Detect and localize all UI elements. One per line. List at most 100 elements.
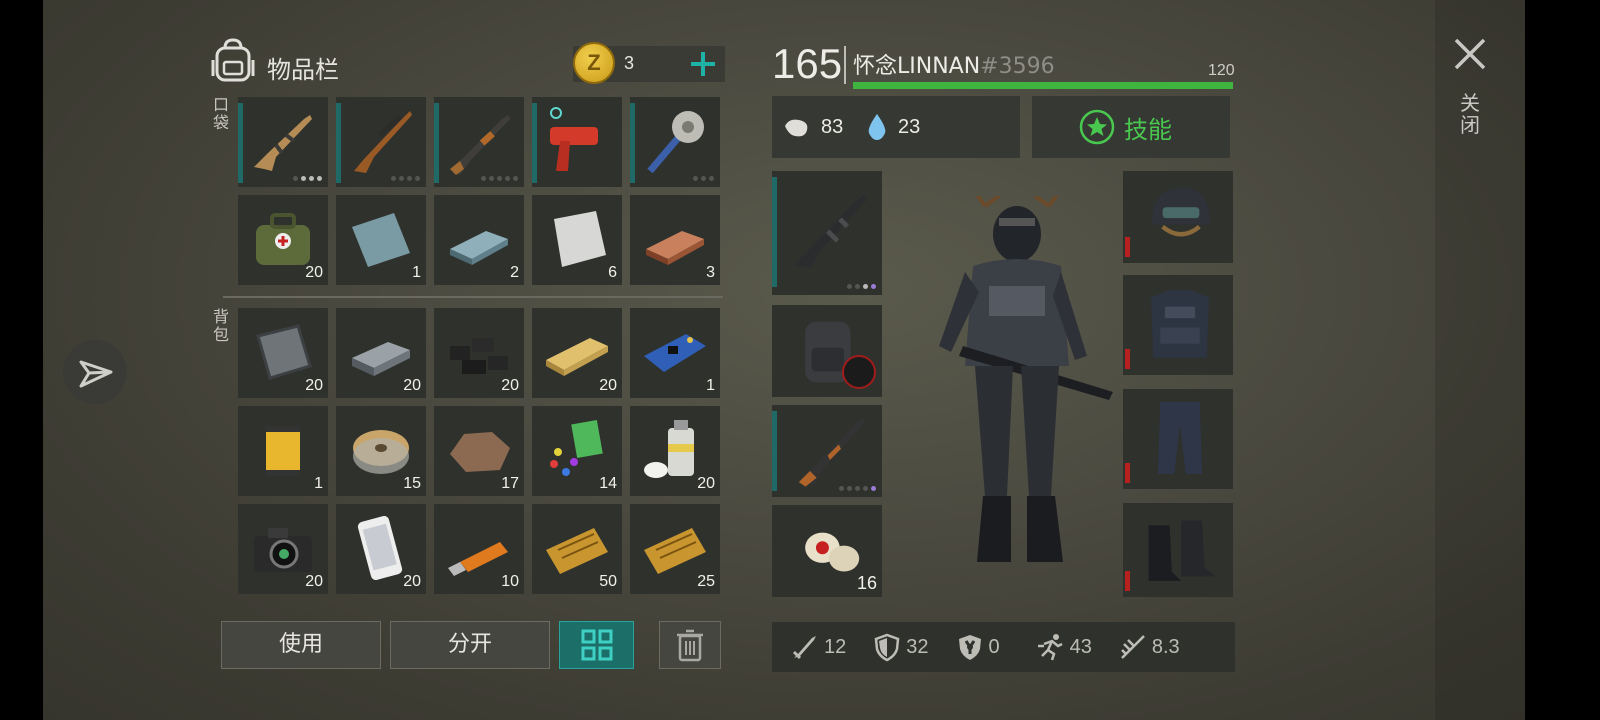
consumable-slot[interactable]: 16 (772, 505, 882, 597)
use-button[interactable]: 使用 (221, 621, 381, 669)
health-value: 120 (1208, 62, 1235, 79)
item-count: 20 (403, 573, 421, 590)
shield-icon (874, 633, 900, 662)
quality-dots (293, 176, 322, 181)
equipped-marker (238, 103, 243, 183)
armor-slot-vest[interactable] (1123, 275, 1233, 375)
item-count: 17 (501, 475, 519, 492)
stomach-icon (785, 119, 808, 137)
stats-bar: 12 32 0 43 8.3 (772, 622, 1235, 672)
speed-value: 43 (1069, 635, 1092, 658)
rifle-svd-icon (354, 111, 412, 173)
item-count: 15 (403, 475, 421, 492)
equipped-marker (336, 103, 341, 183)
item-count: 20 (697, 475, 715, 492)
blade-icon (792, 636, 816, 660)
saw-mace-icon (647, 111, 704, 174)
backpack-slot-3[interactable]: 20 (434, 308, 524, 398)
weight-icon (1120, 635, 1145, 659)
skills-label: 技能 (1124, 116, 1172, 144)
item-count: 20 (501, 377, 519, 394)
backpack-slot-13[interactable]: 10 (434, 504, 524, 594)
backpack-slot-2[interactable]: 20 (336, 308, 426, 398)
backpack-slot-11[interactable]: 20 (238, 504, 328, 594)
item-count: 1 (412, 264, 421, 281)
backpack-slot-7[interactable]: 15 (336, 406, 426, 496)
sort-button[interactable] (559, 621, 634, 669)
item-count: 10 (501, 573, 519, 590)
inventory-title: 物品栏 (267, 56, 339, 84)
equipped-marker (434, 103, 439, 183)
section-divider (223, 296, 723, 298)
backpack-slot-4[interactable]: 20 (532, 308, 622, 398)
police-vest-icon (1150, 290, 1210, 358)
backpack-slot-12[interactable]: 20 (336, 504, 426, 594)
pocket-slot-7[interactable]: 1 (336, 195, 426, 285)
character-model (939, 196, 1113, 562)
weight-value: 8.3 (1151, 635, 1180, 658)
backpack-slot-5[interactable]: 1 (630, 308, 720, 398)
clan-badge-icon (842, 355, 876, 389)
water-drop-icon (868, 114, 886, 140)
backpack-slot-6[interactable]: 1 (238, 406, 328, 496)
pocket-label: 口袋 (213, 95, 230, 132)
backpack-slot-15[interactable]: 25 (630, 504, 720, 594)
backpack-slot-9[interactable]: 14 (532, 406, 622, 496)
item-count: 2 (510, 264, 519, 281)
star-badge-icon (1079, 109, 1115, 145)
add-coins-button[interactable] (683, 46, 723, 82)
helmet-icon (1151, 187, 1211, 237)
quality-dots (693, 176, 714, 181)
backpack-label: 背包 (213, 307, 230, 344)
item-count: 20 (305, 573, 323, 590)
backpack-slot-10[interactable]: 20 (630, 406, 720, 496)
backpack-slot-1[interactable]: 20 (238, 308, 328, 398)
pocket-slot-8[interactable]: 2 (434, 195, 524, 285)
radiation-value: 0 (988, 635, 1000, 658)
pocket-slot-4[interactable] (532, 97, 622, 187)
split-button[interactable]: 分开 (390, 621, 550, 669)
pocket-slot-5[interactable] (630, 97, 720, 187)
water-value: 23 (898, 116, 921, 138)
item-count: 6 (608, 264, 617, 281)
coin-icon: Z (573, 42, 615, 84)
pocket-slot-9[interactable]: 6 (532, 195, 622, 285)
skills-button[interactable]: 技能 (1032, 96, 1230, 158)
food-value: 83 (821, 116, 844, 138)
pocket-slot-6[interactable]: 20 (238, 195, 328, 285)
backpack-slot-14[interactable]: 50 (532, 504, 622, 594)
armor-slot-pants[interactable] (1123, 389, 1233, 489)
pocket-slot-3[interactable] (434, 97, 524, 187)
quality-dots (391, 176, 420, 181)
send-button[interactable] (63, 340, 127, 404)
armor-slot-boots[interactable] (1123, 503, 1233, 597)
aluminum-sheet-icon (554, 211, 606, 267)
trash-icon (677, 629, 703, 662)
backpack-equip-slot[interactable] (772, 305, 882, 397)
close-button[interactable]: 关闭 (1445, 30, 1495, 150)
item-count: 20 (305, 264, 323, 281)
health-bar (853, 82, 1233, 89)
pocket-slot-2[interactable] (336, 97, 426, 187)
plus-icon (691, 52, 715, 76)
pocket-slot-1[interactable] (238, 97, 328, 187)
weapon-slot-secondary[interactable] (772, 405, 882, 497)
equipped-marker (532, 103, 537, 183)
steel-ingot-icon (450, 231, 508, 265)
durability-low-marker (1125, 571, 1130, 591)
equipped-marker (772, 177, 777, 287)
rifle-scar-icon (254, 115, 312, 171)
radiation-shield-icon (958, 635, 981, 660)
filter-icon (266, 426, 300, 476)
item-count: 25 (697, 573, 715, 590)
flare-gun-icon (550, 107, 598, 171)
pocket-slot-10[interactable]: 3 (630, 195, 720, 285)
armor-value: 32 (906, 635, 929, 658)
equipped-marker (630, 103, 635, 183)
player-name: 怀念LINNAN (853, 54, 981, 79)
delete-button[interactable] (659, 621, 721, 669)
backpack-slot-8[interactable]: 17 (434, 406, 524, 496)
weapon-slot-primary[interactable] (772, 171, 882, 295)
item-count: 20 (403, 377, 421, 394)
armor-slot-helmet[interactable] (1123, 171, 1233, 263)
